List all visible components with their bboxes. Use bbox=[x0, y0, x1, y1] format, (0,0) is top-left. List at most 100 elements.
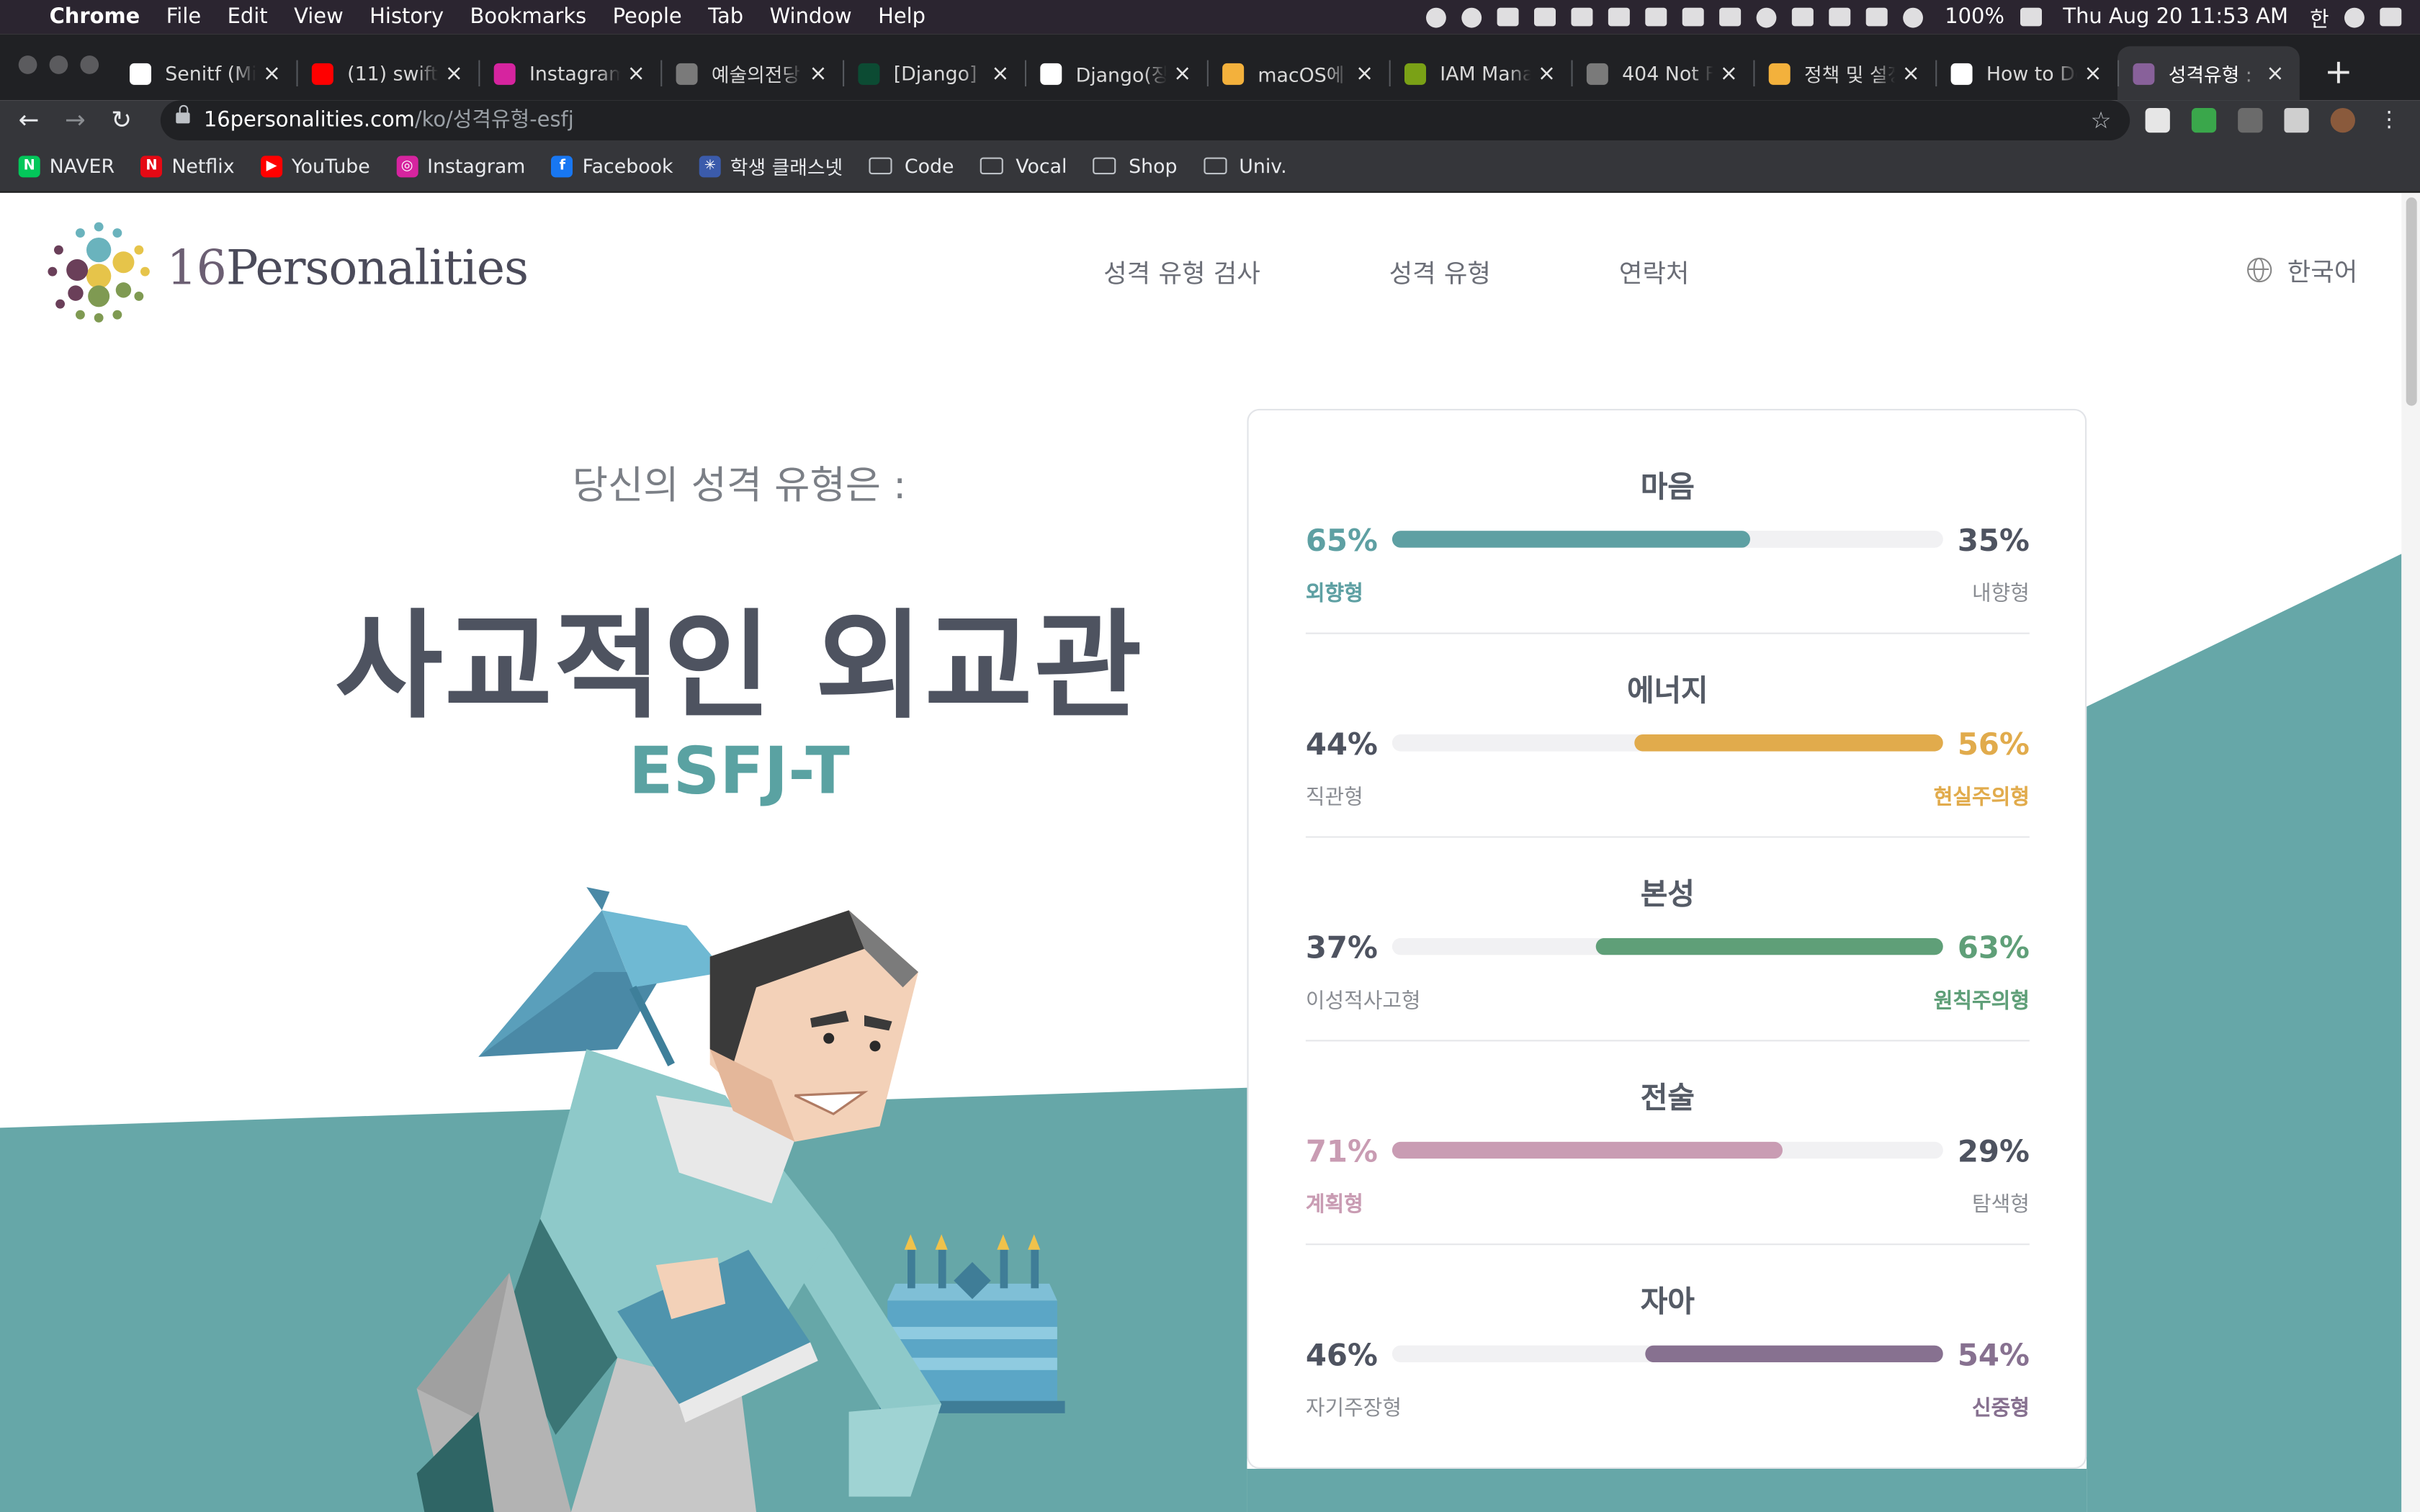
trait-right-percent: 29% bbox=[1957, 1134, 2030, 1170]
browser-tab[interactable]: (11) swift × bbox=[296, 46, 478, 100]
previous-track-icon[interactable] bbox=[1571, 7, 1593, 27]
app-menu-chrome[interactable]: Chrome bbox=[50, 4, 140, 29]
trait-right-percent: 54% bbox=[1957, 1337, 2030, 1374]
puzzle-extensions-icon[interactable] bbox=[2284, 108, 2309, 133]
close-tab-icon[interactable]: × bbox=[263, 61, 281, 86]
trait-row: 전술 71% 29% 계획형 탐색형 bbox=[1305, 1022, 2030, 1246]
bookmark-folder[interactable]: Code bbox=[869, 154, 954, 177]
extension-icon[interactable] bbox=[2145, 108, 2170, 133]
browser-tab[interactable]: 성격유형 : " × bbox=[2118, 46, 2300, 101]
close-tab-icon[interactable]: × bbox=[1902, 61, 1920, 86]
tab-list: Senitf (Min×(11) swift×Instagram×예술의전당×[… bbox=[115, 46, 2420, 101]
menu-tab[interactable]: Tab bbox=[708, 4, 743, 29]
extension-icon[interactable] bbox=[2238, 108, 2263, 133]
bookmark-label: Netflix bbox=[171, 154, 235, 178]
play-icon[interactable] bbox=[1608, 7, 1631, 27]
close-tab-icon[interactable]: × bbox=[991, 61, 1009, 86]
reload-icon[interactable]: ↻ bbox=[111, 100, 132, 140]
input-source[interactable]: 한 bbox=[2310, 1, 2329, 32]
trait-row: 본성 37% 63% 이성적사고형 원칙주의형 bbox=[1305, 818, 2030, 1042]
close-window-button[interactable] bbox=[18, 55, 37, 74]
profile-avatar[interactable] bbox=[2330, 108, 2355, 133]
lock-icon[interactable] bbox=[176, 104, 190, 124]
menu-file[interactable]: File bbox=[166, 4, 201, 29]
close-tab-icon[interactable]: × bbox=[627, 61, 645, 86]
django-icon bbox=[858, 62, 880, 84]
shuffle-icon[interactable] bbox=[1682, 7, 1704, 27]
scrollbar-thumb[interactable] bbox=[2406, 197, 2417, 406]
browser-tab[interactable]: [Django] B× bbox=[843, 46, 1025, 100]
bookmark-folder[interactable]: Shop bbox=[1093, 154, 1178, 177]
bookmark-item[interactable]: N Netflix bbox=[140, 154, 235, 178]
address-bar[interactable]: 16personalities.com/ko/성격유형-esfj ☆ bbox=[160, 100, 2130, 140]
new-tab-button[interactable]: + bbox=[2324, 46, 2353, 100]
browser-tab[interactable]: 정책 및 설정 × bbox=[1753, 46, 1935, 100]
close-tab-icon[interactable]: × bbox=[445, 61, 463, 86]
forward-arrow-icon[interactable]: → bbox=[65, 100, 86, 140]
browser-tab[interactable]: Senitf (Min× bbox=[115, 46, 297, 100]
wifi-icon[interactable] bbox=[1903, 6, 1924, 27]
spotlight-icon[interactable] bbox=[2344, 6, 2365, 27]
close-tab-icon[interactable]: × bbox=[1538, 61, 1556, 86]
tab-title: 404 Not Fo bbox=[1622, 61, 1713, 85]
menu-people[interactable]: People bbox=[613, 4, 682, 29]
nav-personality-types[interactable]: 성격 유형 bbox=[1389, 253, 1491, 289]
bookmark-folder[interactable]: Vocal bbox=[980, 154, 1067, 177]
nav-personality-test[interactable]: 성격 유형 검사 bbox=[1103, 253, 1260, 289]
close-tab-icon[interactable]: × bbox=[1720, 61, 1738, 86]
bluetooth-icon[interactable] bbox=[1865, 7, 1888, 27]
volume-icon[interactable] bbox=[1829, 7, 1851, 27]
bookmark-item[interactable]: f Facebook bbox=[551, 154, 673, 177]
folder-icon bbox=[980, 157, 1004, 175]
bookmark-folder[interactable]: Univ. bbox=[1203, 154, 1287, 177]
browser-tab[interactable]: 예술의전당 × bbox=[660, 46, 843, 100]
repeat-icon[interactable] bbox=[1534, 7, 1556, 27]
bookmark-item[interactable]: ✳ 학생 클래스넷 bbox=[699, 151, 843, 181]
menu-help[interactable]: Help bbox=[878, 4, 926, 29]
extension-icon[interactable] bbox=[2191, 108, 2217, 133]
browser-tab[interactable]: 404 Not Fo × bbox=[1571, 46, 1753, 100]
page-scrollbar[interactable] bbox=[2401, 192, 2420, 1512]
close-tab-icon[interactable]: × bbox=[2266, 61, 2284, 86]
menu-bookmarks[interactable]: Bookmarks bbox=[470, 4, 587, 29]
control-center-icon[interactable] bbox=[2380, 7, 2402, 27]
menu-history[interactable]: History bbox=[369, 4, 444, 29]
close-tab-icon[interactable]: × bbox=[2084, 61, 2102, 86]
bookmark-item[interactable]: ◎ Instagram bbox=[396, 154, 525, 177]
close-tab-icon[interactable]: × bbox=[809, 61, 827, 86]
display-icon[interactable] bbox=[1719, 7, 1742, 27]
nav-contact[interactable]: 연락처 bbox=[1619, 253, 1690, 289]
browser-tab[interactable]: Instagram × bbox=[478, 46, 660, 100]
battery-icon[interactable] bbox=[2020, 7, 2042, 27]
browser-tab[interactable]: How to De × bbox=[1935, 46, 2118, 100]
music-icon[interactable] bbox=[1461, 6, 1482, 27]
trait-bar bbox=[1392, 1141, 1943, 1159]
status-app-icon[interactable] bbox=[1426, 6, 1447, 27]
browser-tab[interactable]: Django(장 × bbox=[1024, 46, 1207, 100]
trait-bar-fill bbox=[1645, 1345, 1943, 1363]
zoom-window-button[interactable] bbox=[80, 55, 99, 74]
close-tab-icon[interactable]: × bbox=[1173, 61, 1191, 86]
bookmark-star-icon[interactable]: ☆ bbox=[2091, 100, 2112, 140]
bookmark-item[interactable]: ▶ YouTube bbox=[261, 154, 370, 177]
minimize-window-button[interactable] bbox=[49, 55, 68, 74]
chat-icon[interactable] bbox=[1756, 6, 1777, 27]
next-track-icon[interactable] bbox=[1645, 7, 1667, 27]
bookmark-label: YouTube bbox=[291, 154, 370, 178]
grid-icon[interactable] bbox=[1792, 7, 1814, 27]
close-tab-icon[interactable]: × bbox=[1355, 61, 1373, 86]
menu-view[interactable]: View bbox=[294, 4, 344, 29]
back-arrow-icon[interactable]: ← bbox=[19, 100, 40, 140]
iam-icon bbox=[1404, 62, 1426, 84]
clock[interactable]: Thu Aug 20 11:53 AM bbox=[2063, 4, 2288, 29]
browser-tab[interactable]: IAM Manag × bbox=[1389, 46, 1572, 100]
site-logo[interactable]: 16Personalities bbox=[46, 219, 555, 324]
menu-window[interactable]: Window bbox=[770, 4, 852, 29]
bookmark-item[interactable]: N NAVER bbox=[18, 154, 115, 177]
web-page: 16Personalities 성격 유형 검사 성격 유형 연락처 한국어 당… bbox=[0, 192, 2420, 1512]
more-menu-icon[interactable]: ⋮ bbox=[2377, 108, 2401, 132]
status-app-icon[interactable] bbox=[1497, 7, 1519, 27]
menu-edit[interactable]: Edit bbox=[228, 4, 268, 29]
language-selector[interactable]: 한국어 bbox=[2247, 251, 2357, 288]
browser-tab[interactable]: macOS에 E × bbox=[1206, 46, 1389, 100]
